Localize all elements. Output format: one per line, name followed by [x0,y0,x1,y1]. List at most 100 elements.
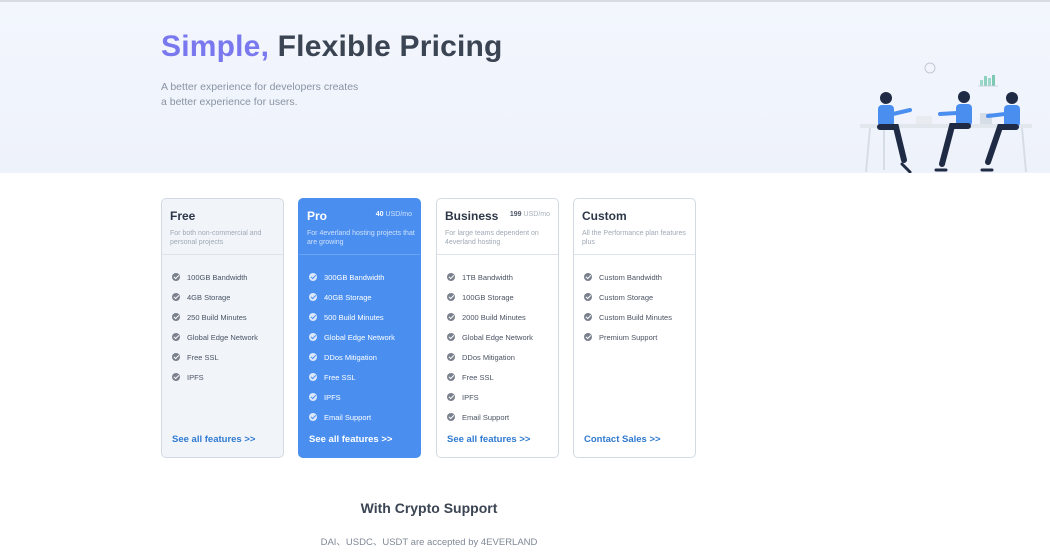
check-circle-icon [309,333,317,341]
check-circle-icon [584,273,592,281]
contact-sales-link[interactable]: Contact Sales >> [584,434,661,445]
check-circle-icon [447,413,455,421]
check-circle-icon [309,353,317,361]
plan-price: 40 USD/mo [376,211,412,218]
check-circle-icon [584,313,592,321]
plan-header: Business 199 USD/mo For large teams depen… [437,199,558,255]
feature-label: Email Support [324,412,372,422]
feature-label: Custom Storage [599,292,654,302]
feature-item: 250 Build Minutes [172,307,258,327]
feature-list: 1TB Bandwidth 100GB Storage 2000 Build M… [447,267,533,427]
title-accent: Simple, [161,30,270,63]
feature-label: Free SSL [187,352,219,362]
plan-header: Pro 40 USD/mo For 4everland hosting proje… [299,199,420,255]
hero-subtitle: A better experience for developers creat… [161,80,421,110]
feature-item: 1TB Bandwidth [447,267,533,287]
check-circle-icon [172,353,180,361]
plan-card-custom: Custom All the Performance plan features… [573,198,696,458]
check-circle-icon [447,273,455,281]
check-circle-icon [584,293,592,301]
feature-label: Global Edge Network [187,332,258,342]
feature-label: Free SSL [462,372,494,382]
feature-list: 100GB Bandwidth 4GB Storage 250 Build Mi… [172,267,258,387]
person-left [877,92,912,173]
feature-list: Custom Bandwidth Custom Storage Custom B… [584,267,672,347]
check-circle-icon [309,313,317,321]
feature-label: DDos Mitigation [324,352,377,362]
feature-label: 250 Build Minutes [187,312,247,322]
feature-item: DDos Mitigation [447,347,533,367]
feature-label: Custom Bandwidth [599,272,662,282]
feature-label: 40GB Storage [324,292,372,302]
feature-item: Global Edge Network [447,327,533,347]
plan-name: Custom [582,209,627,223]
check-circle-icon [172,313,180,321]
plan-description: For large teams dependent on 4everland h… [445,230,539,246]
feature-label: 100GB Storage [462,292,514,302]
check-circle-icon [447,313,455,321]
person-middle [934,91,972,172]
feature-label: IPFS [462,392,479,402]
pricing-cards: Free For both non-commercial and persona… [161,198,701,460]
feature-label: Premium Support [599,332,658,342]
feature-item: Global Edge Network [309,327,395,347]
title-rest: Flexible Pricing [269,30,503,63]
check-circle-icon [309,273,317,281]
feature-item: Custom Build Minutes [584,307,672,327]
feature-label: Custom Build Minutes [599,312,672,322]
feature-item: 500 Build Minutes [309,307,395,327]
check-circle-icon [309,293,317,301]
check-circle-icon [447,353,455,361]
feature-item: IPFS [447,387,533,407]
price-amount: 199 [509,211,522,218]
check-circle-icon [584,333,592,341]
feature-label: Email Support [462,412,510,422]
price-amount: 40 [375,211,384,218]
feature-label: Free SSL [324,372,356,382]
check-circle-icon [309,413,317,421]
plan-description: For 4everland hosting projects that are … [307,230,415,246]
feature-item: 300GB Bandwidth [309,267,395,287]
feature-item: IPFS [172,367,258,387]
feature-item: Free SSL [447,367,533,387]
feature-item: Custom Storage [584,287,672,307]
crypto-support-title: With Crypto Support [360,500,498,516]
plan-description: All the Performance plan features plus [582,230,686,246]
plan-header: Custom All the Performance plan features… [574,199,695,255]
feature-item: Custom Bandwidth [584,267,672,287]
price-unit: USD/mo [523,211,550,218]
see-all-features-link[interactable]: See all features >> [447,434,530,445]
plan-card-free: Free For both non-commercial and persona… [161,198,284,458]
feature-label: IPFS [187,372,204,382]
plan-price: 199 USD/mo [510,211,550,218]
plan-name: Pro [307,209,328,223]
see-all-features-link[interactable]: See all features >> [309,434,392,445]
check-circle-icon [309,373,317,381]
plan-card-pro: Pro 40 USD/mo For 4everland hosting proje… [298,198,421,458]
feature-item: IPFS [309,387,395,407]
plan-header: Free For both non-commercial and persona… [162,199,283,255]
check-circle-icon [172,333,180,341]
see-all-features-link[interactable]: See all features >> [172,434,255,445]
feature-label: DDos Mitigation [462,352,515,362]
feature-label: Global Edge Network [462,332,533,342]
feature-label: 4GB Storage [187,292,231,302]
plan-description: For both non-commercial and personal pro… [170,230,262,246]
check-circle-icon [172,293,180,301]
feature-label: Global Edge Network [324,332,395,342]
feature-item: Premium Support [584,327,672,347]
feature-list: 300GB Bandwidth 40GB Storage 500 Build M… [309,267,395,427]
feature-item: 100GB Bandwidth [172,267,258,287]
check-circle-icon [447,393,455,401]
feature-item: DDos Mitigation [309,347,395,367]
check-circle-icon [172,273,180,281]
person-right [980,92,1020,172]
plan-name: Business [445,209,499,223]
plan-name: Free [170,209,196,223]
feature-label: 2000 Build Minutes [462,312,526,322]
feature-label: 300GB Bandwidth [324,272,385,282]
feature-item: Global Edge Network [172,327,258,347]
price-unit: USD/mo [385,211,412,218]
chart-icon [978,75,998,87]
feature-label: 500 Build Minutes [324,312,384,322]
